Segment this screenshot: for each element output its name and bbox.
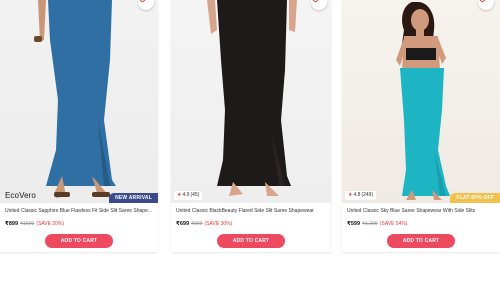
product-card[interactable]: ★ 4.9 (45) United Classic BlackBeauty Fl…: [171, 0, 331, 252]
heart-icon: [479, 0, 486, 3]
rating-badge: ★ 4.8 (249): [345, 191, 377, 200]
model-figure: [207, 0, 297, 196]
sale-price: ₹599: [347, 221, 361, 227]
product-grid: EcoVero NEW ARRIVAL United Classic Sapph…: [0, 0, 500, 300]
sale-price: ₹899: [5, 221, 19, 227]
original-price: ₹1599: [20, 221, 35, 227]
price-row: ₹899 ₹1599 (SAVE 20%): [5, 221, 64, 227]
add-to-cart-button[interactable]: ADD TO CART: [45, 234, 113, 248]
add-to-cart-button[interactable]: ADD TO CART: [387, 234, 455, 248]
savings-text: (SAVE 54%): [379, 221, 408, 227]
discount-badge: FLAT 60% OFF: [450, 193, 500, 203]
product-image[interactable]: ★ 4.9 (45): [171, 0, 331, 203]
rating-count: (45): [190, 192, 200, 198]
original-price: ₹999: [191, 221, 203, 227]
rating-value: 4.9: [182, 192, 190, 198]
heart-icon: [312, 0, 319, 3]
product-title[interactable]: United Classic BlackBeauty Flared Side S…: [176, 208, 326, 214]
model-figure: [34, 0, 116, 198]
product-card[interactable]: EcoVero NEW ARRIVAL United Classic Sapph…: [0, 0, 158, 252]
star-icon: ★: [177, 192, 182, 198]
price-row: ₹599 ₹1,299 (SAVE 54%): [347, 221, 407, 227]
brand-logo: EcoVero: [5, 191, 36, 200]
rating-value: 4.8: [353, 192, 361, 198]
price-row: ₹699 ₹999 (SAVE 30%): [176, 221, 232, 227]
new-arrival-badge: NEW ARRIVAL: [109, 193, 158, 203]
product-image[interactable]: EcoVero NEW ARRIVAL: [0, 0, 158, 203]
rating-badge: ★ 4.9 (45): [174, 191, 203, 200]
sale-price: ₹699: [176, 221, 190, 227]
savings-text: (SAVE 30%): [204, 221, 233, 227]
rating-count: (249): [361, 192, 374, 198]
model-figure: [396, 2, 450, 200]
heart-icon: [139, 0, 146, 3]
product-title[interactable]: United Classic Sky Blue Saree Shapewear …: [347, 208, 495, 214]
product-title[interactable]: United Classic Sapphire Blue Flawless Fi…: [5, 208, 153, 214]
savings-text: (SAVE 20%): [36, 221, 65, 227]
add-to-cart-button[interactable]: ADD TO CART: [217, 234, 285, 248]
original-price: ₹1,299: [362, 221, 378, 227]
star-icon: ★: [348, 192, 353, 198]
product-image[interactable]: ★ 4.8 (249) FLAT 60% OFF: [342, 0, 500, 203]
product-card[interactable]: ★ 4.8 (249) FLAT 60% OFF United Classic …: [342, 0, 500, 252]
